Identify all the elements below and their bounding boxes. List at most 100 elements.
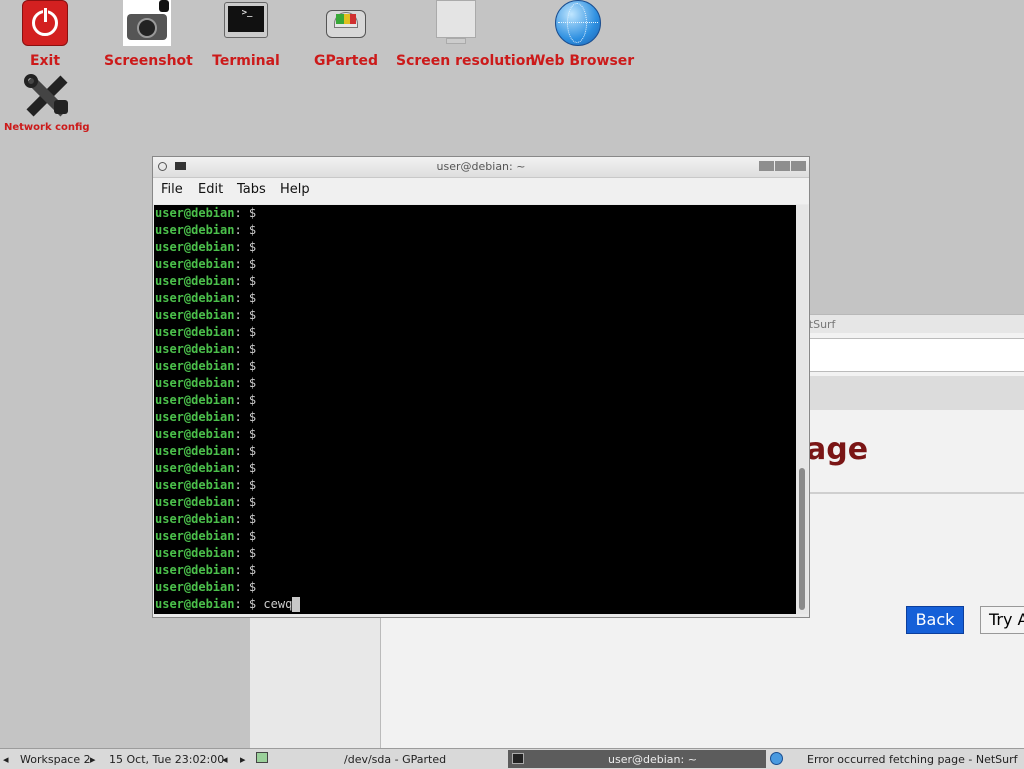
terminal-line: user@debian: $ (155, 290, 256, 307)
disk-icon (324, 0, 368, 44)
prompt-symbol: : $ (234, 206, 257, 220)
desktop-icon-label: Screen resolution (396, 53, 536, 69)
terminal-line: user@debian: $ (155, 528, 256, 545)
prompt-symbol: : $ (234, 444, 257, 458)
terminal-line: user@debian: $ (155, 392, 256, 409)
prev-icon[interactable]: ◂ (222, 753, 228, 766)
camera-icon (123, 0, 171, 46)
scrollbar-thumb[interactable] (799, 468, 805, 610)
terminal-window[interactable]: user@debian: ~ File Edit Tabs Help user@… (152, 156, 810, 618)
typed-command: cewq (256, 597, 293, 611)
task-gparted[interactable]: /dev/sda - GParted (344, 753, 446, 766)
prompt-user: user@debian (155, 563, 235, 577)
netsurf-url-bar[interactable] (808, 338, 1024, 372)
clock: 15 Oct, Tue 23:02:00 (109, 753, 225, 766)
prompt-symbol: : $ (234, 580, 257, 594)
terminal-line: user@debian: $ (155, 222, 256, 239)
prompt-symbol: : $ (234, 478, 257, 492)
terminal-line: user@debian: $ (155, 358, 256, 375)
prompt-symbol: : $ (234, 325, 257, 339)
menu-help[interactable]: Help (280, 182, 310, 197)
prompt-user: user@debian (155, 223, 235, 237)
prompt-user: user@debian (155, 257, 235, 271)
desktop-icon-screen-resolution[interactable]: Screen resolution (396, 0, 536, 69)
prompt-user: user@debian (155, 240, 235, 254)
prompt-symbol: : $ (234, 376, 257, 390)
back-button[interactable]: Back (906, 606, 964, 634)
desktop-icon-exit[interactable]: Exit (12, 0, 78, 69)
prompt-user: user@debian (155, 597, 235, 611)
prompt-user: user@debian (155, 427, 235, 441)
terminal-line: user@debian: $ (155, 239, 256, 256)
divider (806, 492, 1024, 494)
prompt-symbol: : $ (234, 410, 257, 424)
prompt-symbol: : $ (234, 342, 257, 356)
prompt-user: user@debian (155, 274, 235, 288)
prompt-user: user@debian (155, 461, 235, 475)
terminal-titlebar[interactable]: user@debian: ~ (153, 157, 809, 178)
try-again-button[interactable]: Try A (980, 606, 1024, 634)
workspace-label[interactable]: Workspace 2 (20, 753, 91, 766)
window-title: user@debian: ~ (436, 160, 526, 173)
tools-icon (22, 72, 70, 117)
prompt-user: user@debian (155, 529, 235, 543)
maximize-button[interactable] (775, 161, 790, 171)
prompt-user: user@debian (155, 410, 235, 424)
prompt-symbol: : $ (234, 529, 257, 543)
globe-task-icon (770, 752, 783, 765)
terminal-line: user@debian: $ (155, 205, 256, 222)
prompt-symbol: : $ (234, 240, 257, 254)
terminal-output[interactable]: user@debian: $ user@debian: $ user@debian:… (154, 205, 796, 614)
terminal-line: user@debian: $ (155, 562, 256, 579)
terminal-menubar: File Edit Tabs Help (153, 178, 809, 204)
prompt-symbol: : $ (234, 546, 257, 560)
netsurf-side-panel (250, 618, 381, 750)
terminal-line: user@debian: $ (155, 511, 256, 528)
terminal-icon: >_ (224, 0, 268, 44)
desktop-icon-network-config[interactable]: Network config (4, 72, 90, 133)
desktop-icon-label: Screenshot (104, 53, 193, 69)
close-button[interactable] (791, 161, 806, 171)
desktop-icon-label: Terminal (212, 53, 280, 69)
prompt-user: user@debian (155, 325, 235, 339)
menu-edit[interactable]: Edit (198, 182, 223, 197)
prompt-user: user@debian (155, 342, 235, 356)
prompt-symbol: : $ (234, 257, 257, 271)
prompt-symbol: : $ (234, 427, 257, 441)
prompt-symbol: : $ (234, 223, 257, 237)
next-icon[interactable]: ▸ (240, 753, 246, 766)
prompt-user: user@debian (155, 444, 235, 458)
terminal-line: user@debian: $ (155, 477, 256, 494)
prompt-user: user@debian (155, 376, 235, 390)
workspace-next-icon[interactable]: ▸ (90, 753, 96, 766)
prompt-symbol: : $ (234, 291, 257, 305)
terminal-line: user@debian: $ (155, 307, 256, 324)
menu-file[interactable]: File (161, 182, 183, 197)
desktop-icon-gparted[interactable]: GParted (306, 0, 386, 69)
terminal-line: user@debian: $ (155, 460, 256, 477)
desktop-icon-terminal[interactable]: >_ Terminal (206, 0, 286, 69)
prompt-symbol: : $ (234, 359, 257, 373)
task-terminal-active[interactable]: user@debian: ~ (508, 750, 766, 768)
prompt-user: user@debian (155, 291, 235, 305)
prompt-user: user@debian (155, 393, 235, 407)
monitor-icon (434, 0, 478, 48)
terminal-line: user@debian: $ (155, 579, 256, 596)
desktop-icon-label: GParted (314, 53, 378, 69)
prompt-user: user@debian (155, 495, 235, 509)
desktop-icon-screenshot[interactable]: Screenshot (104, 0, 193, 69)
desktop-icon-label: Web Browser (530, 53, 635, 69)
taskbar: ◂ Workspace 2 ▸ 15 Oct, Tue 23:02:00 ◂ ▸… (0, 748, 1024, 769)
prompt-symbol: : $ (234, 393, 257, 407)
desktop-icon-label: Exit (29, 53, 61, 69)
minimize-button[interactable] (759, 161, 774, 171)
prompt-user: user@debian (155, 580, 235, 594)
workspace-prev-icon[interactable]: ◂ (3, 753, 9, 766)
page-heading: age (806, 432, 869, 467)
menu-tabs[interactable]: Tabs (237, 182, 266, 197)
task-netsurf[interactable]: Error occurred fetching page - NetSurf (807, 753, 1018, 766)
desktop-icon-label: Network config (4, 122, 90, 133)
text-cursor (292, 597, 301, 612)
terminal-line: user@debian: $ (155, 426, 256, 443)
desktop-icon-web-browser[interactable]: Web Browser (530, 0, 635, 69)
